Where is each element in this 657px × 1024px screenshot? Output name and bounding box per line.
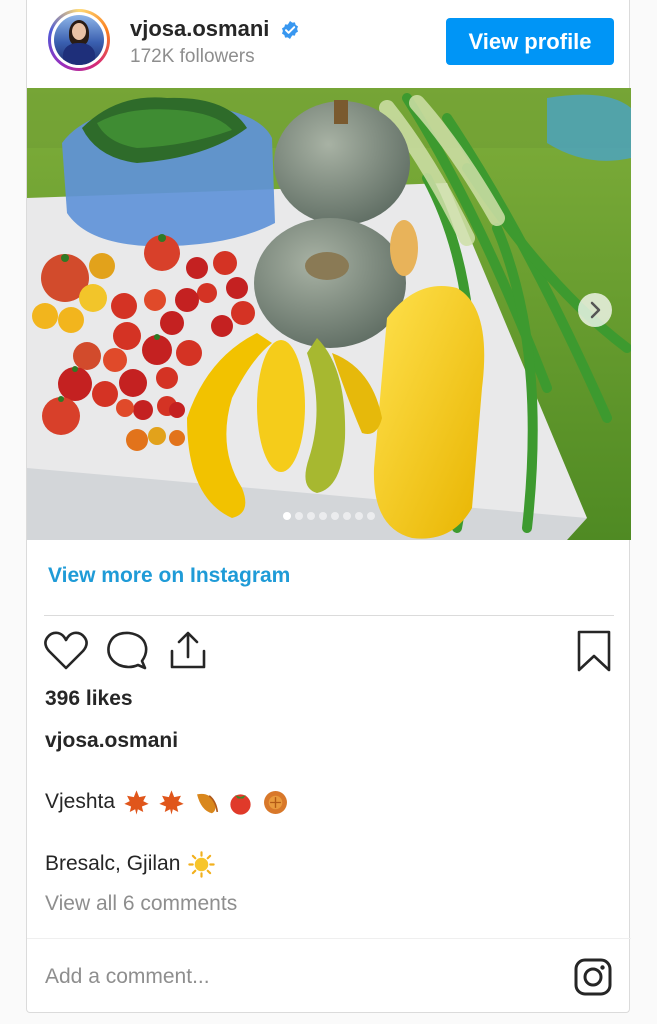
divider	[44, 615, 614, 616]
caption-text-2: Bresalc, Gjilan	[45, 852, 181, 876]
carousel-dots	[27, 507, 631, 520]
maple-leaf-emoji-icon	[124, 790, 149, 815]
fallen-leaf-emoji-icon	[196, 793, 218, 814]
verified-badge-icon	[282, 21, 298, 39]
likes-count[interactable]: 396 likes	[45, 687, 133, 711]
avatar[interactable]	[48, 9, 110, 71]
post-photo[interactable]	[27, 88, 631, 540]
instagram-logo-icon[interactable]	[573, 957, 613, 997]
view-profile-button[interactable]: View profile	[446, 18, 614, 65]
carousel-dot	[331, 512, 339, 520]
vegetable-harvest-image	[27, 88, 631, 540]
divider	[27, 938, 631, 939]
instagram-embed-card: vjosa.osmani 172K followers View profile	[26, 0, 631, 1013]
bookmark-icon[interactable]	[575, 629, 613, 673]
carousel-dot	[367, 512, 375, 520]
carousel-dot	[295, 512, 303, 520]
view-more-on-instagram-link[interactable]: View more on Instagram	[48, 564, 290, 588]
share-icon[interactable]	[168, 629, 208, 671]
post-header: vjosa.osmani 172K followers View profile	[27, 0, 631, 88]
maple-leaf-emoji-icon	[159, 790, 184, 815]
add-comment-input[interactable]	[45, 962, 545, 992]
heart-icon[interactable]	[43, 631, 89, 671]
comment-icon[interactable]	[105, 630, 149, 672]
carousel-dot	[283, 512, 291, 520]
carousel-dot	[307, 512, 315, 520]
caption-line-2: Bresalc, Gjilan	[45, 851, 215, 878]
username[interactable]: vjosa.osmani	[130, 16, 269, 42]
tomato-emoji-icon	[230, 794, 252, 815]
caption-line-1: Vjeshta	[45, 789, 289, 816]
moon-cake-emoji-icon	[264, 791, 288, 814]
sun-emoji-icon	[188, 851, 215, 878]
followers-count: 172K followers	[130, 46, 255, 67]
carousel-dot	[355, 512, 363, 520]
chevron-right-icon	[590, 301, 601, 319]
carousel-dot	[343, 512, 351, 520]
caption-username[interactable]: vjosa.osmani	[45, 729, 178, 753]
carousel-next-button[interactable]	[578, 293, 612, 327]
caption-text-1: Vjeshta	[45, 790, 116, 814]
view-all-comments-link[interactable]: View all 6 comments	[45, 892, 237, 916]
carousel-dot	[319, 512, 327, 520]
